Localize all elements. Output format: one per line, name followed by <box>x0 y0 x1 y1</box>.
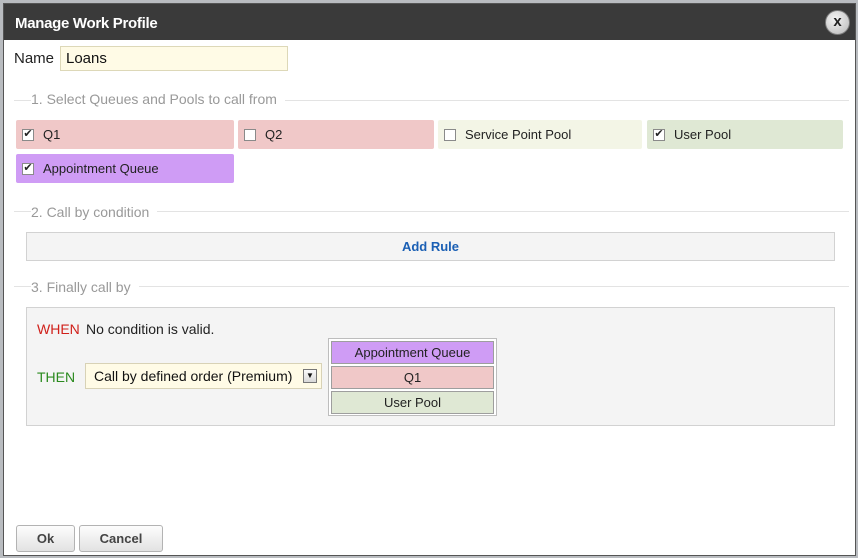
queue-tile-service-point-pool[interactable]: Service Point Pool <box>438 120 642 149</box>
order-item-appointment-queue[interactable]: Appointment Queue <box>331 341 494 364</box>
queue-label: Appointment Queue <box>43 161 159 176</box>
section-divider <box>14 286 849 287</box>
queue-tile-q2[interactable]: Q2 <box>238 120 434 149</box>
section-final-header: 3. Finally call by <box>31 279 139 295</box>
queue-label: Service Point Pool <box>465 127 572 142</box>
checkbox-icon[interactable]: ✔ <box>22 128 34 141</box>
close-icon: x <box>833 13 842 30</box>
order-item-q1[interactable]: Q1 <box>331 366 494 389</box>
ok-button[interactable]: Ok <box>16 525 75 552</box>
section-queues-header: 1. Select Queues and Pools to call from <box>31 91 285 107</box>
when-condition-text: No condition is valid. <box>86 321 215 337</box>
queue-tile-appointment-queue[interactable]: ✔ Appointment Queue <box>16 154 234 183</box>
close-button[interactable]: x <box>825 10 850 35</box>
checkbox-icon[interactable] <box>244 128 256 141</box>
name-input[interactable] <box>60 46 288 71</box>
queue-label: Q1 <box>43 127 61 142</box>
queue-tile-q1[interactable]: ✔ Q1 <box>16 120 234 149</box>
final-rule-panel: WHEN No condition is valid. THEN Call by… <box>26 307 835 426</box>
cancel-button[interactable]: Cancel <box>79 525 163 552</box>
checkbox-icon[interactable] <box>444 128 456 141</box>
call-order-select-value: Call by defined order (Premium) <box>94 368 293 384</box>
name-label: Name <box>14 50 55 67</box>
queue-label: User Pool <box>674 127 732 142</box>
chevron-down-icon[interactable]: ▼ <box>303 369 317 383</box>
dialog-title: Manage Work Profile <box>15 15 158 32</box>
checkbox-icon[interactable]: ✔ <box>22 162 34 175</box>
add-rule-button[interactable]: Add Rule <box>26 232 835 261</box>
manage-work-profile-dialog: Manage Work Profile x Name 1. Select Que… <box>3 3 856 556</box>
when-keyword: WHEN <box>37 321 80 337</box>
section-condition-header: 2. Call by condition <box>31 204 158 220</box>
dialog-titlebar[interactable]: Manage Work Profile x <box>4 4 855 40</box>
queue-tile-user-pool[interactable]: ✔ User Pool <box>647 120 843 149</box>
queue-label: Q2 <box>265 127 283 142</box>
then-keyword: THEN <box>37 369 76 385</box>
order-item-user-pool[interactable]: User Pool <box>331 391 494 414</box>
call-order-list: Appointment Queue Q1 User Pool <box>328 338 497 416</box>
call-order-select[interactable]: Call by defined order (Premium) ▼ <box>85 363 322 389</box>
checkbox-icon[interactable]: ✔ <box>653 128 665 141</box>
